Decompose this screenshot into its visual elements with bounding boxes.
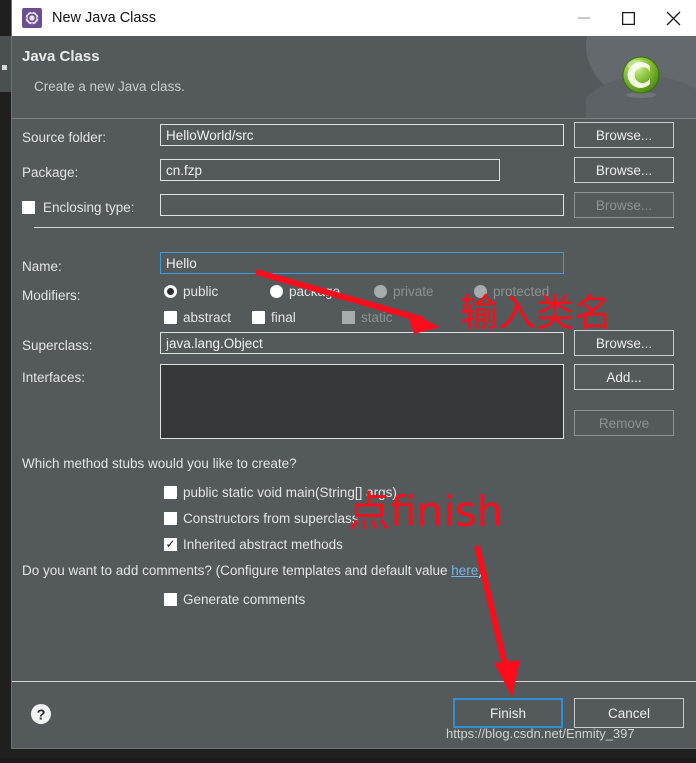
svg-text:?: ? — [37, 708, 46, 724]
modifier-radio-private: private — [374, 284, 434, 299]
package-value: cn.fzp — [166, 162, 203, 178]
static-checkbox — [342, 311, 355, 324]
enclosing-type-input[interactable] — [160, 194, 564, 216]
stub-checkbox-constructors[interactable]: Constructors from superclass — [164, 511, 359, 526]
source-folder-browse-label: Browse... — [595, 127, 653, 143]
window-controls — [561, 0, 696, 36]
dialog-titlebar: New Java Class — [12, 0, 696, 36]
cancel-button[interactable]: Cancel — [574, 698, 684, 728]
modifier-radio-package[interactable]: package — [270, 284, 340, 299]
source-folder-input[interactable]: HelloWorld/src — [160, 124, 564, 146]
modifier-checkbox-static: static — [342, 310, 393, 325]
interfaces-add-button[interactable]: Add... — [574, 364, 674, 390]
interfaces-label: Interfaces: — [22, 369, 86, 385]
comments-question-prefix: Do you want to add comments? (Configure … — [22, 563, 452, 578]
source-folder-browse-button[interactable]: Browse... — [574, 122, 674, 148]
stub-constructors-label: Constructors from superclass — [183, 511, 359, 526]
checkmark-icon: ✓ — [165, 537, 176, 551]
constructors-checkbox[interactable] — [164, 512, 177, 525]
interfaces-list[interactable] — [160, 364, 564, 439]
maximize-button[interactable] — [606, 0, 651, 36]
minimize-button[interactable] — [561, 0, 606, 36]
superclass-browse-label: Browse... — [595, 335, 653, 351]
enclosing-type-browse-label: Browse... — [595, 197, 653, 213]
blog-watermark: https://blog.csdn.net/Enmity_397 — [446, 726, 635, 741]
modifier-protected-label: protected — [493, 284, 550, 299]
interfaces-remove-label: Remove — [598, 415, 650, 431]
modifiers-label: Modifiers: — [22, 287, 81, 303]
enclosing-type-browse-button: Browse... — [574, 192, 674, 218]
package-browse-button[interactable]: Browse... — [574, 157, 674, 183]
enclosing-type-checkbox[interactable] — [22, 200, 35, 214]
comments-question-suffix: ) — [478, 563, 483, 578]
wizard-header: Java Class Create a new Java class. — [12, 36, 696, 119]
java-class-green-c-icon — [618, 54, 664, 100]
page-subtitle: Create a new Java class. — [34, 79, 185, 94]
interfaces-add-label: Add... — [606, 369, 642, 385]
background-marker-dot — [2, 65, 7, 70]
wizard-gear-icon — [22, 8, 42, 28]
generate-comments-checkbox[interactable] — [164, 593, 177, 606]
method-stubs-question: Which method stubs would you like to cre… — [22, 456, 297, 471]
modifier-final-label: final — [271, 310, 296, 325]
class-name-label: Name: — [22, 258, 62, 274]
inherited-abstract-checkbox[interactable]: ✓ — [164, 538, 177, 551]
form-separator — [34, 227, 674, 228]
modifier-package-label: package — [289, 284, 341, 299]
enclosing-type-row[interactable]: Enclosing type: — [22, 194, 135, 220]
wizard-form: Source folder: HelloWorld/src Browse... … — [12, 119, 696, 682]
cancel-label: Cancel — [607, 705, 651, 721]
new-java-class-dialog: New Java Class Java Class Create a new J… — [12, 0, 696, 748]
public-radio[interactable] — [164, 285, 177, 298]
stub-checkbox-main[interactable]: public static void main(String[] args) — [164, 485, 397, 500]
superclass-value: java.lang.Object — [166, 335, 263, 351]
main-method-checkbox[interactable] — [164, 486, 177, 499]
package-radio[interactable] — [270, 285, 283, 298]
package-browse-label: Browse... — [595, 162, 653, 178]
modifier-checkbox-abstract[interactable]: abstract — [164, 310, 231, 325]
dialog-title: New Java Class — [52, 10, 156, 26]
modifier-static-label: static — [361, 310, 393, 325]
modifier-radio-public[interactable]: public — [164, 284, 218, 299]
private-radio — [374, 285, 387, 298]
comments-question: Do you want to add comments? (Configure … — [22, 563, 483, 578]
modifier-abstract-label: abstract — [183, 310, 232, 325]
enclosing-type-label: Enclosing type: — [43, 199, 135, 215]
protected-radio — [474, 285, 487, 298]
interfaces-remove-button: Remove — [574, 410, 674, 436]
generate-comments-label: Generate comments — [183, 592, 306, 607]
stub-inherited-label: Inherited abstract methods — [183, 537, 343, 552]
generate-comments-row[interactable]: Generate comments — [164, 592, 305, 607]
package-label: Package: — [22, 164, 79, 180]
finish-label: Finish — [489, 705, 526, 721]
background-panel-strip — [0, 36, 12, 92]
configure-templates-link[interactable]: here — [451, 563, 478, 578]
help-question-icon[interactable]: ? — [30, 703, 52, 725]
stub-main-label: public static void main(String[] args) — [183, 485, 397, 500]
package-input[interactable]: cn.fzp — [160, 159, 500, 181]
source-folder-value: HelloWorld/src — [166, 127, 254, 143]
modifier-checkbox-final[interactable]: final — [252, 310, 296, 325]
source-folder-label: Source folder: — [22, 129, 107, 145]
close-button[interactable] — [651, 0, 696, 36]
superclass-label: Superclass: — [22, 337, 93, 353]
superclass-browse-button[interactable]: Browse... — [574, 330, 674, 356]
class-name-value: Hello — [166, 255, 197, 271]
finish-button[interactable]: Finish — [453, 698, 563, 728]
class-name-input[interactable]: Hello — [160, 252, 564, 274]
modifier-private-label: private — [393, 284, 434, 299]
abstract-checkbox[interactable] — [164, 311, 177, 324]
superclass-input[interactable]: java.lang.Object — [160, 332, 564, 354]
modifier-public-label: public — [183, 284, 219, 299]
modifier-radio-protected: protected — [474, 284, 549, 299]
final-checkbox[interactable] — [252, 311, 265, 324]
stub-checkbox-inherited[interactable]: ✓ Inherited abstract methods — [164, 537, 343, 552]
page-title: Java Class — [22, 48, 100, 65]
